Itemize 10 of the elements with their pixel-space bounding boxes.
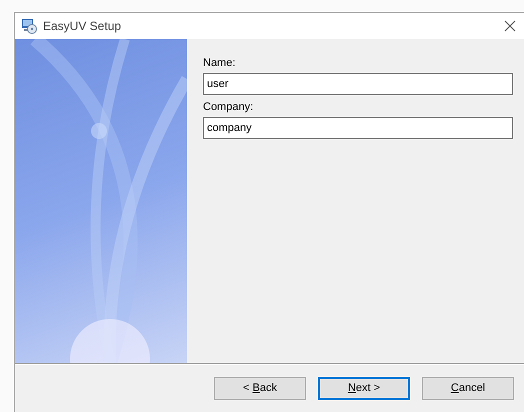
window-title: EasyUV Setup [43, 19, 122, 33]
dialog-button[interactable]: Next > [318, 376, 410, 400]
computer-disc-icon [21, 18, 37, 34]
dialog-button[interactable]: Cancel [422, 376, 514, 400]
field-label: Name: [203, 57, 236, 69]
close-icon[interactable] [504, 20, 516, 32]
input-field[interactable]: company [203, 117, 513, 139]
field-label: Company: [203, 101, 254, 113]
dialog-button[interactable]: < Back [214, 376, 306, 400]
input-field[interactable]: user [203, 73, 513, 95]
